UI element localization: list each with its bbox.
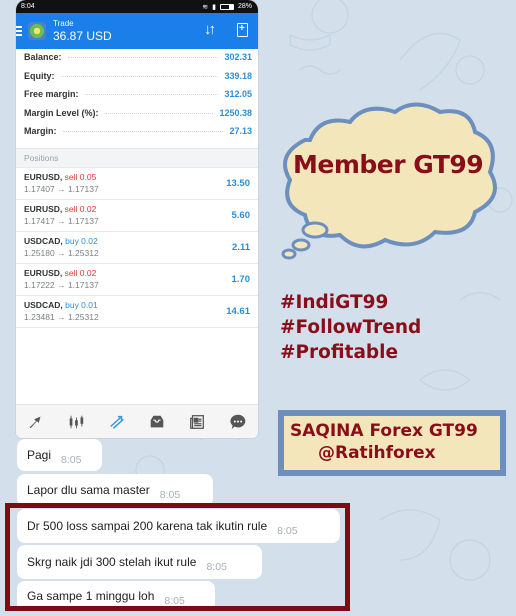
message-time: 8:05 [159,489,181,501]
mt-trade-screenshot: 8:04 ≋ ▮ 28% Trade 36.87 USD ↓↑ Balance:… [16,0,258,438]
position-symbol: USDCAD, [24,299,63,310]
summary-label: Equity: [24,70,55,81]
position-row[interactable]: USDCAD, buy 0.02 1.25180 → 1.25312 2.11 [16,230,258,263]
chat-icon[interactable] [227,411,249,433]
position-direction: buy 0.02 [65,235,98,246]
account-summary: Balance: 302.31 Equity: 339.18 Free marg… [16,49,258,145]
status-time: 8:04 [21,3,35,10]
position-symbol: EURUSD, [24,267,63,278]
position-symbol: EURUSD, [24,203,63,214]
history-icon[interactable] [146,411,168,433]
position-direction: sell 0.05 [64,171,97,182]
position-profit: 1.70 [231,273,251,285]
hashtag: #Profitable [280,342,399,363]
summary-label: Margin Level (%): [24,107,99,118]
position-profit: 2.11 [232,241,250,253]
message-text: Pagi [27,448,52,462]
message-time: 8:05 [206,561,227,573]
position-profit: 13.50 [226,177,250,189]
message-text: Dr 500 loss sampai 200 karena tak ikutin… [27,519,268,533]
summary-value: 302.31 [224,52,252,62]
signature-box: SAQINA Forex GT99 @Ratihforex [278,410,506,476]
summary-value: 1250.38 [219,107,252,118]
metatrader-logo [28,22,46,40]
summary-value: 312.05 [224,89,252,99]
summary-row-equity: Equity: 339.18 [24,71,252,90]
menu-icon[interactable] [16,26,22,36]
summary-row-margin: Margin: 27.13 [24,126,252,145]
position-direction: buy 0.01 [65,299,98,310]
signal-icon: ▮ [212,3,216,11]
trade-icon[interactable] [106,411,128,433]
battery-level: 28% [237,3,252,10]
app-bar: Trade 36.87 USD ↓↑ [16,13,258,49]
account-balance-display: 36.87 USD [53,29,112,43]
message-time: 8:05 [164,595,185,607]
summary-label: Margin: [24,126,57,136]
status-bar: 8:04 ≋ ▮ 28% [16,0,258,13]
message-text: Lapor dlu sama master [27,483,150,497]
position-row[interactable]: USDCAD, buy 0.01 1.23481 → 1.25312 14.61 [16,294,258,327]
position-prices: 1.17407 → 1.17137 [24,183,99,194]
battery-icon [219,3,234,10]
thought-cloud-shape [281,102,497,260]
chat-message[interactable]: Lapor dlu sama master 8:05 [17,474,213,506]
position-prices: 1.25180 → 1.25312 [24,247,99,258]
position-row[interactable]: EURUSD, sell 0.02 1.17222 → 1.17137 1.70 [16,262,258,295]
position-profit: 5.60 [231,209,251,221]
position-profit: 14.61 [226,305,250,317]
position-symbol: EURUSD, [24,171,63,182]
message-text: Skrg naik jdi 300 stelah ikut rule [27,555,197,569]
quotes-icon[interactable] [25,411,47,433]
summary-label: Free margin: [24,89,79,99]
wifi-icon: ≋ [202,3,209,11]
position-direction: sell 0.02 [64,203,97,214]
chat-message[interactable]: Pagi 8:05 [17,439,102,471]
cloud-caption: Member GT99 [293,150,484,179]
message-time: 8:05 [277,525,298,537]
hashtag-list: #IndiGT99 #FollowTrend #Profitable [280,290,421,365]
chat-message[interactable]: Dr 500 loss sampai 200 karena tak ikutin… [17,509,340,543]
position-prices: 1.23481 → 1.25312 [24,311,99,322]
chat-message[interactable]: Ga sampe 1 minggu loh 8:05 [17,581,215,611]
sort-icon[interactable]: ↓↑ [204,21,216,38]
new-order-icon[interactable] [237,23,248,37]
chat-message[interactable]: Skrg naik jdi 300 stelah ikut rule 8:05 [17,545,262,579]
position-row[interactable]: EURUSD, sell 0.05 1.17407 → 1.17137 13.5… [16,166,258,199]
hashtag: #IndiGT99 [280,292,389,313]
position-prices: 1.17417 → 1.17137 [24,215,99,226]
position-direction: sell 0.02 [64,267,97,278]
position-symbol: USDCAD, [24,235,63,246]
summary-value: 27.13 [229,126,252,136]
summary-row-margin-level: Margin Level (%): 1250.38 [24,108,252,127]
summary-row-free-margin: Free margin: 312.05 [24,89,252,108]
positions-header: Positions [16,147,258,167]
screen-title: Trade [53,19,74,28]
empty-list-area [16,326,258,397]
bottom-tab-bar [16,404,258,438]
summary-value: 339.18 [224,70,252,81]
hashtag: #FollowTrend [280,317,422,338]
position-row[interactable]: EURUSD, sell 0.02 1.17417 → 1.17137 5.60 [16,198,258,231]
summary-label: Balance: [24,52,62,62]
news-icon[interactable] [186,411,208,433]
position-prices: 1.17222 → 1.17137 [24,279,99,290]
summary-row-balance: Balance: 302.31 [24,52,252,71]
message-time: 8:05 [61,454,82,466]
signature-handle: @Ratihforex [318,443,436,463]
message-text: Ga sampe 1 minggu loh [27,589,155,603]
charts-icon[interactable] [65,411,87,433]
signature-name: SAQINA Forex GT99 [290,421,478,441]
